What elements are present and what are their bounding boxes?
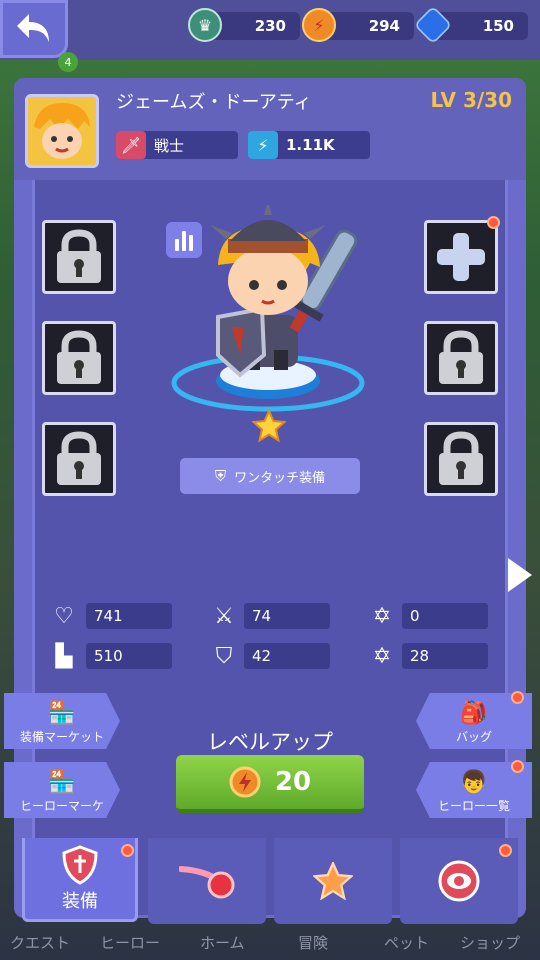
stat-attack: 74 (244, 603, 330, 629)
gem-count: 150 (482, 17, 514, 35)
currency-gem[interactable]: 150 (413, 5, 528, 45)
shield-crest-icon (62, 844, 98, 885)
level-up-cost: 20 (274, 767, 312, 797)
lock-icon (439, 330, 483, 384)
top-bar: ♛ 230 ⚡ 294 150 (0, 0, 540, 60)
energy-coin-icon (229, 766, 261, 798)
backpack-icon: 🎒 (460, 701, 488, 726)
equip-slot-locked-5[interactable] (424, 422, 498, 496)
shop-stall-icon: 🏪 (48, 770, 76, 795)
currency-crown[interactable]: ♛ 230 (188, 8, 300, 42)
fireball-icon (179, 866, 235, 899)
energy-coin-icon: ⚡ (302, 8, 336, 42)
hero-power-value: 1.11K (286, 136, 335, 154)
hero-power-tag: ⚡ 1.11K (248, 131, 370, 159)
sword-class-icon: 🗡 (116, 131, 146, 159)
one-touch-label: ワンタッチ装備 (234, 470, 326, 486)
star-icon (313, 862, 353, 900)
power-icon: ⚡ (248, 131, 278, 159)
stat-magic: 0 (402, 603, 488, 629)
shop-stall-icon: 🏪 (48, 701, 76, 726)
armor-icon: ⛨ (214, 467, 227, 485)
nav-shop-label: ショップ (460, 934, 521, 952)
notification-dot (121, 844, 134, 857)
equip-slot-locked-1[interactable] (42, 220, 116, 294)
back-arrow-icon (17, 14, 49, 42)
equip-slot-locked-3[interactable] (42, 422, 116, 496)
stat-hp: 741 (86, 603, 172, 629)
heart-icon: ♡ (54, 603, 74, 629)
equip-slot-add[interactable] (424, 220, 498, 294)
level-up-button[interactable]: 20 (176, 755, 364, 813)
nav-home-label: ホーム (200, 934, 245, 952)
bg-level-badge: 4 (58, 52, 78, 72)
tab-skill[interactable] (148, 838, 266, 924)
level-up-label: レベルアップ (207, 730, 333, 754)
hero-face-icon (28, 97, 96, 165)
hero-market-button[interactable]: 🏪 ヒーローマーケ (4, 762, 120, 818)
hero-portrait (25, 94, 99, 168)
nav-quest-label: クエスト (10, 934, 71, 952)
bag-label: バッグ (455, 730, 492, 744)
magic-star-icon: ✡ (372, 603, 392, 629)
equipment-market-button[interactable]: 🏪 装備マーケット (4, 693, 120, 749)
notification-dot (499, 844, 512, 857)
nav-adventure-label: 冒険 (298, 934, 329, 952)
tab-star[interactable] (274, 838, 392, 924)
boot-icon: ▙ (55, 643, 73, 669)
lock-icon (57, 330, 101, 384)
eye-emblem-icon (438, 860, 480, 902)
energy-count: 294 (368, 17, 400, 35)
hero-class-label: 戦士 (154, 136, 185, 155)
sword-icon: ⚔ (214, 603, 234, 629)
back-button[interactable] (0, 0, 68, 58)
currency-energy[interactable]: ⚡ 294 (302, 8, 414, 42)
nav-hero-label: ヒーロー (100, 934, 161, 952)
hero-list-label: ヒーロー一覧 (437, 799, 510, 813)
equip-slot-locked-2[interactable] (42, 321, 116, 395)
magic-shield-icon: ✡ (372, 643, 392, 669)
one-touch-equip-button[interactable]: ⛨ ワンタッチ装備 (180, 458, 360, 494)
plus-icon (437, 233, 485, 281)
nav-pet-label: ペット (384, 934, 430, 952)
equip-slot-locked-4[interactable] (424, 321, 498, 395)
lock-icon (439, 431, 483, 485)
star-rank-icon (252, 410, 286, 442)
hero-name: ジェームズ・ドーアティ (116, 92, 312, 113)
crown-token-icon: ♛ (188, 8, 222, 42)
hero-header: ジェームズ・ドーアティ LV 3/30 🗡 戦士 ⚡ 1.11K (14, 78, 526, 180)
hero-face-icon: 👦 (460, 770, 488, 795)
blue-gem-icon (413, 5, 453, 45)
lock-icon (57, 431, 101, 485)
equipment-market-label: 装備マーケット (19, 730, 104, 744)
stat-resist: 28 (402, 643, 488, 669)
hero-market-label: ヒーローマーケ (19, 799, 104, 813)
notification-dot (511, 691, 524, 704)
hero-class-tag: 🗡 戦士 (116, 131, 238, 159)
stat-defense: 42 (244, 643, 330, 669)
crown-count: 230 (254, 17, 286, 35)
lock-icon (57, 229, 101, 283)
tab-equip-label: 装備 (62, 890, 98, 912)
notification-dot (511, 760, 524, 773)
bottom-navigation: 装備 クエスト ヒーロー ホーム 冒険 ペット ショップ (0, 838, 540, 960)
hero-level: LV 3/30 (430, 88, 512, 112)
next-hero-arrow[interactable] (504, 556, 534, 594)
notification-dot (487, 216, 500, 229)
stat-speed: 510 (86, 643, 172, 669)
shield-icon: ⛉ (215, 643, 233, 669)
